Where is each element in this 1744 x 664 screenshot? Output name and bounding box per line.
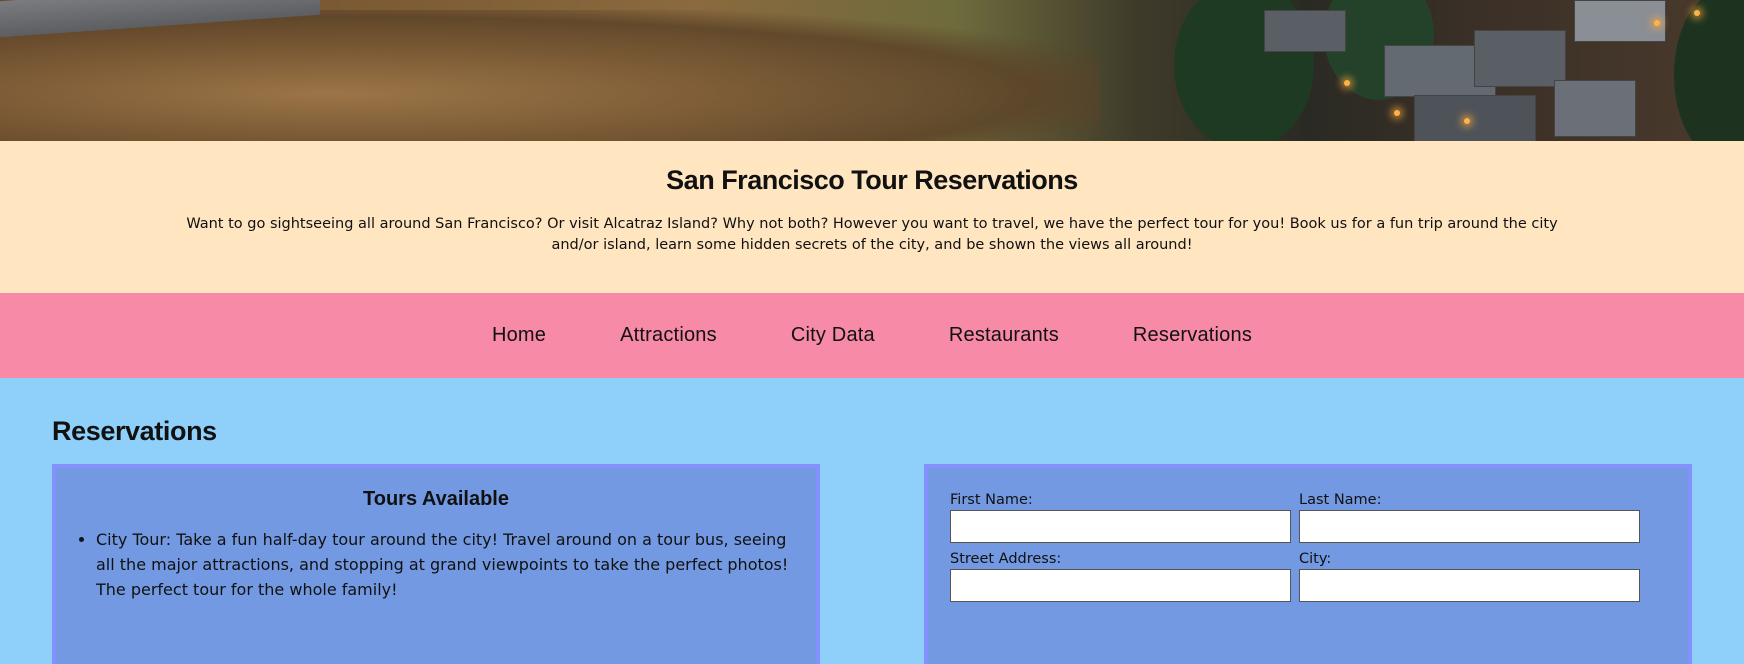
nav-city-data[interactable]: City Data xyxy=(791,324,875,347)
hero-house xyxy=(1474,30,1566,87)
tours-panel: Tours Available City Tour: Take a fun ha… xyxy=(52,464,820,664)
hero-house xyxy=(1414,95,1536,141)
site-title: San Francisco Tour Reservations xyxy=(666,165,1078,195)
main-nav: Home Attractions City Data Restaurants R… xyxy=(0,293,1744,378)
page-heading: Reservations xyxy=(52,416,217,446)
main-content: Reservations Tours Available City Tour: … xyxy=(0,378,1744,664)
tours-title: Tours Available xyxy=(363,488,509,510)
site-banner: San Francisco Tour Reservations Want to … xyxy=(0,141,1744,293)
street-address-input[interactable] xyxy=(950,569,1291,602)
hero-light xyxy=(1654,20,1660,26)
hero-tree xyxy=(1674,0,1744,141)
tour-item: City Tour: Take a fun half-day tour arou… xyxy=(96,527,798,602)
reservation-form-panel: First Name: Last Name: Street Address: C… xyxy=(924,464,1692,664)
nav-restaurants[interactable]: Restaurants xyxy=(949,324,1059,347)
nav-attractions[interactable]: Attractions xyxy=(620,324,717,347)
nav-home[interactable]: Home xyxy=(492,324,546,347)
hero-houses xyxy=(1094,0,1744,141)
hero-hillside xyxy=(0,10,1100,141)
tours-list: City Tour: Take a fun half-day tour arou… xyxy=(56,527,816,602)
city-label: City: xyxy=(1299,551,1332,567)
first-name-label: First Name: xyxy=(950,492,1033,508)
hero-light xyxy=(1394,110,1400,116)
hero-image xyxy=(0,0,1744,141)
hero-house xyxy=(1574,0,1666,42)
last-name-input[interactable] xyxy=(1299,510,1640,543)
site-description: Want to go sightseeing all around San Fr… xyxy=(186,216,1558,253)
city-input[interactable] xyxy=(1299,569,1640,602)
hero-light xyxy=(1694,10,1700,16)
reservation-form: First Name: Last Name: Street Address: C… xyxy=(950,492,1650,610)
last-name-label: Last Name: xyxy=(1299,492,1382,508)
hero-house xyxy=(1264,10,1346,52)
hero-light xyxy=(1344,80,1350,86)
hero-house xyxy=(1554,80,1636,137)
hero-light xyxy=(1464,118,1470,124)
street-address-label: Street Address: xyxy=(950,551,1062,567)
nav-reservations[interactable]: Reservations xyxy=(1133,324,1252,347)
first-name-input[interactable] xyxy=(950,510,1291,543)
